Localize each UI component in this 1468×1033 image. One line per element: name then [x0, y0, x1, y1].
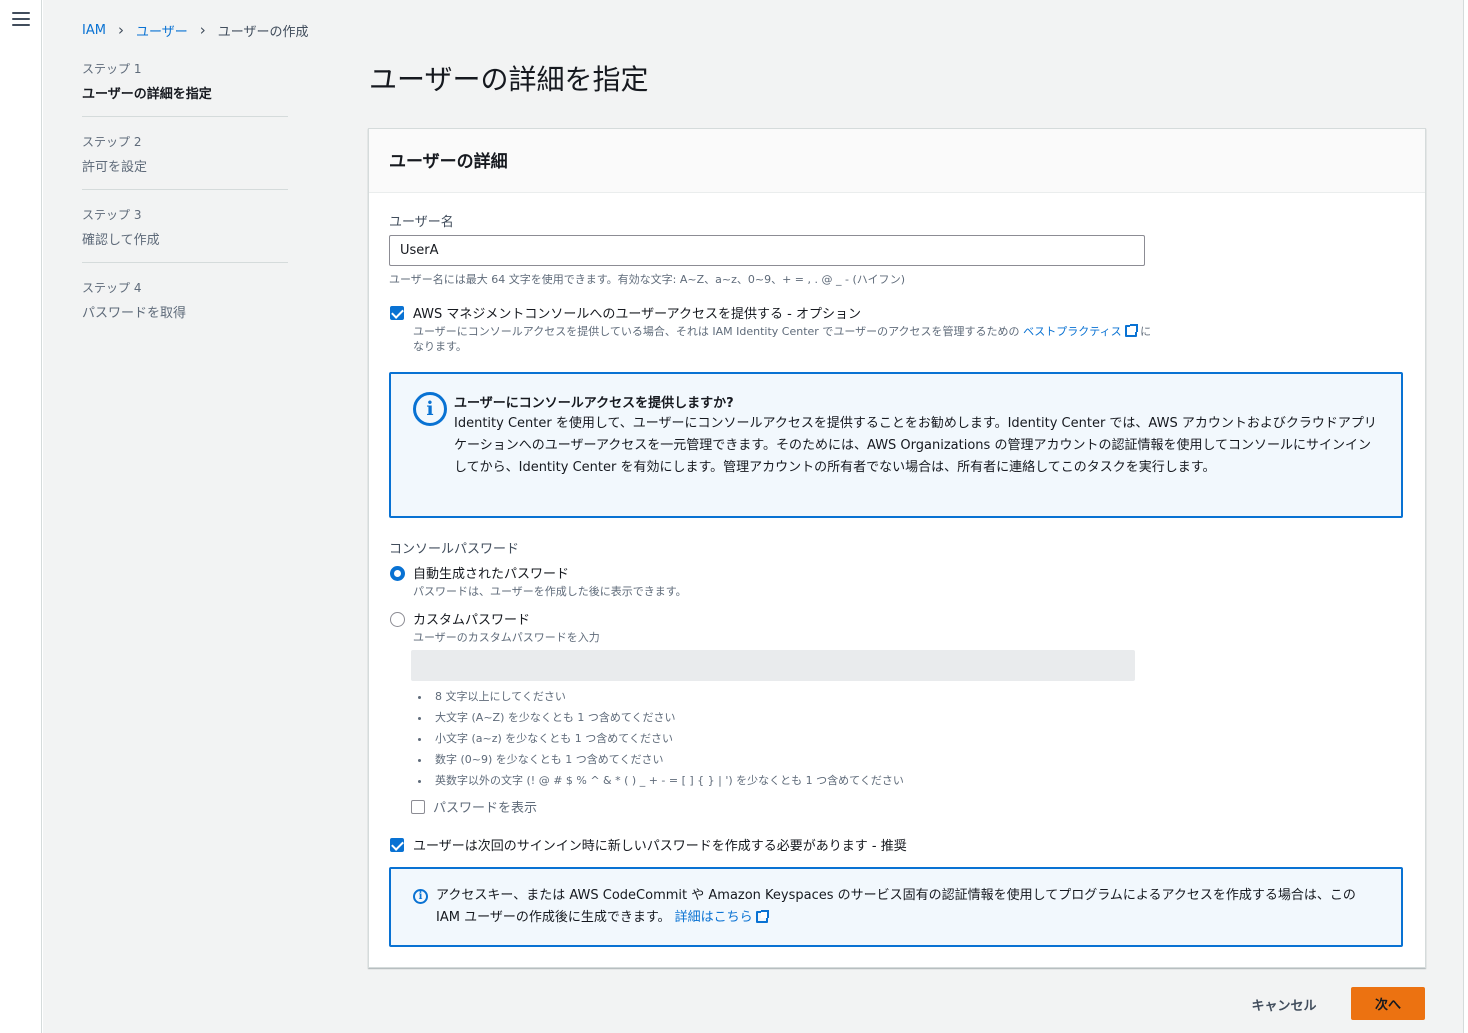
console-access-label[interactable]: AWS マネジメントコンソールへのユーザーアクセスを提供する - オプション — [413, 303, 861, 322]
info-box-text: アクセスキー、または AWS CodeCommit や Amazon Keysp… — [436, 885, 1381, 929]
step-number: ステップ 2 — [82, 135, 142, 149]
learn-more-link-text[interactable]: 詳細はこちら — [675, 910, 753, 925]
show-password-checkbox — [411, 800, 425, 814]
step-name[interactable]: ユーザーの詳細を指定 — [82, 83, 288, 102]
console-password-label: コンソールパスワード — [389, 542, 520, 557]
best-practices-link-text[interactable]: ベストプラクティス — [1023, 325, 1122, 338]
step-number: ステップ 1 — [82, 62, 142, 76]
requirement-item: 大文字 (A~Z) を少なくとも 1 つ含めてください — [431, 707, 904, 728]
console-access-desc-text: ユーザーにコンソールアクセスを提供している場合、それは IAM Identity… — [413, 325, 1020, 338]
chevron-right-icon: › — [117, 21, 124, 39]
info-icon: i — [413, 889, 428, 904]
alert-body: Identity Center を使用して、ユーザーにコンソールアクセスを提供す… — [454, 416, 1377, 475]
breadcrumb: IAM › ユーザー › ユーザーの作成 — [82, 20, 308, 40]
custom-password-radio[interactable] — [390, 612, 405, 627]
console-access-checkbox[interactable] — [390, 306, 404, 320]
step-name[interactable]: パスワードを取得 — [82, 302, 288, 321]
console-access-desc: ユーザーにコンソールアクセスを提供している場合、それは IAM Identity… — [413, 324, 1153, 354]
breadcrumb-iam[interactable]: IAM — [82, 23, 106, 38]
username-hint: ユーザー名には最大 64 文字を使用できます。有効な文字: A~Z、a~z、0~… — [389, 273, 906, 286]
right-edge — [1463, 0, 1468, 1033]
external-link-icon — [1124, 324, 1138, 337]
password-requirements: 8 文字以上にしてください 大文字 (A~Z) を少なくとも 1 つ含めてくださ… — [431, 686, 904, 791]
wizard-step-2: ステップ 2 許可を設定 — [82, 133, 288, 190]
requirement-item: 小文字 (a~z) を少なくとも 1 つ含めてください — [431, 728, 904, 749]
show-password-label: パスワードを表示 — [433, 801, 538, 816]
reset-password-label[interactable]: ユーザーは次回のサインイン時に新しいパスワードを作成する必要があります - 推奨 — [413, 835, 907, 854]
wizard-step-4: ステップ 4 パスワードを取得 — [82, 279, 288, 335]
custom-password-label[interactable]: カスタムパスワード — [413, 609, 530, 628]
breadcrumb-current: ユーザーの作成 — [217, 24, 309, 40]
cancel-button[interactable]: キャンセル — [1234, 988, 1334, 1020]
wizard-step-3: ステップ 3 確認して作成 — [82, 206, 288, 263]
custom-password-input — [411, 650, 1135, 681]
breadcrumb-users[interactable]: ユーザー — [136, 21, 188, 40]
reset-password-checkbox[interactable] — [390, 838, 404, 852]
page-title: ユーザーの詳細を指定 — [369, 63, 649, 96]
autogen-password-desc: パスワードは、ユーザーを作成した後に表示できます。 — [413, 585, 687, 598]
hamburger-menu-icon[interactable] — [12, 12, 30, 28]
alert-title: ユーザーにコンソールアクセスを提供しますか? — [454, 396, 734, 411]
user-details-panel: ユーザーの詳細 ユーザー名 ユーザー名には最大 64 文字を使用できます。有効な… — [368, 128, 1426, 968]
step-number: ステップ 4 — [82, 281, 142, 295]
learn-more-link[interactable]: 詳細はこちら — [675, 910, 769, 925]
info-box-body: アクセスキー、または AWS CodeCommit や Amazon Keysp… — [436, 888, 1356, 925]
external-link-icon — [755, 910, 769, 923]
wizard-step-1: ステップ 1 ユーザーの詳細を指定 — [82, 60, 288, 117]
panel-title: ユーザーの詳細 — [369, 129, 1425, 193]
step-number: ステップ 3 — [82, 208, 142, 222]
requirement-item: 8 文字以上にしてください — [431, 686, 904, 707]
custom-password-desc: ユーザーのカスタムパスワードを入力 — [413, 631, 600, 644]
step-name[interactable]: 許可を設定 — [82, 156, 288, 175]
username-input[interactable] — [389, 235, 1145, 266]
step-name[interactable]: 確認して作成 — [82, 229, 288, 248]
best-practices-link[interactable]: ベストプラクティス — [1023, 324, 1138, 338]
autogen-password-label[interactable]: 自動生成されたパスワード — [413, 563, 569, 582]
wizard-steps: ステップ 1 ユーザーの詳細を指定 ステップ 2 許可を設定 ステップ 3 確認… — [82, 60, 288, 351]
info-icon: i — [413, 392, 447, 426]
chevron-right-icon: › — [199, 21, 206, 39]
requirement-item: 数字 (0~9) を少なくとも 1 つ含めてください — [431, 749, 904, 770]
console-access-alert: i ユーザーにコンソールアクセスを提供しますか? Identity Center… — [389, 372, 1403, 518]
left-nav-bar — [0, 0, 42, 1033]
requirement-item: 英数字以外の文字 (! @ # $ % ^ & * ( ) _ + - = [ … — [431, 770, 904, 791]
access-key-info-box: i アクセスキー、または AWS CodeCommit や Amazon Key… — [389, 867, 1403, 947]
autogen-password-radio[interactable] — [390, 566, 405, 581]
username-label: ユーザー名 — [389, 215, 454, 230]
next-button[interactable]: 次へ — [1351, 987, 1425, 1020]
